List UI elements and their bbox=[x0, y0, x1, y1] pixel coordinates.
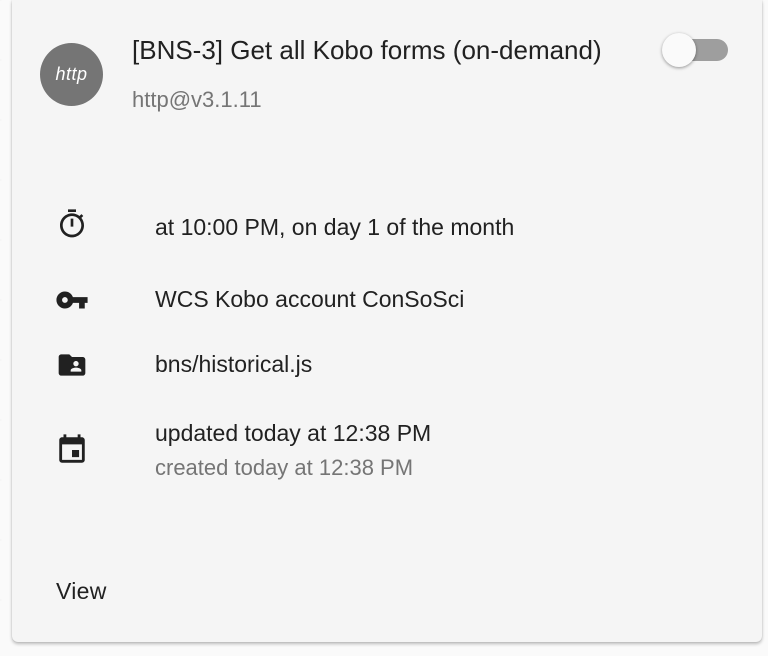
calendar-icon bbox=[54, 432, 90, 468]
schedule-text: at 10:00 PM, on day 1 of the month bbox=[155, 214, 515, 240]
toggle-thumb[interactable] bbox=[662, 33, 696, 67]
job-path-text: bns/historical.js bbox=[155, 351, 313, 377]
job-enabled-toggle[interactable] bbox=[662, 33, 728, 69]
job-title: [BNS-3] Get all Kobo forms (on-demand) bbox=[132, 35, 602, 65]
folder-shared-icon bbox=[54, 347, 90, 383]
view-button[interactable]: View bbox=[44, 572, 119, 611]
key-icon bbox=[54, 282, 90, 318]
timer-icon bbox=[54, 206, 90, 242]
updated-text: updated today at 12:38 PM bbox=[155, 420, 432, 446]
avatar-label: http bbox=[55, 64, 88, 84]
created-text: created today at 12:38 PM bbox=[155, 455, 414, 480]
adaptor-version: http@v3.1.11 bbox=[132, 87, 262, 112]
job-card: http [BNS-3] Get all Kobo forms (on-dema… bbox=[12, 0, 762, 642]
credential-text: WCS Kobo account ConSoSci bbox=[155, 286, 465, 312]
adaptor-avatar: http bbox=[40, 43, 103, 106]
